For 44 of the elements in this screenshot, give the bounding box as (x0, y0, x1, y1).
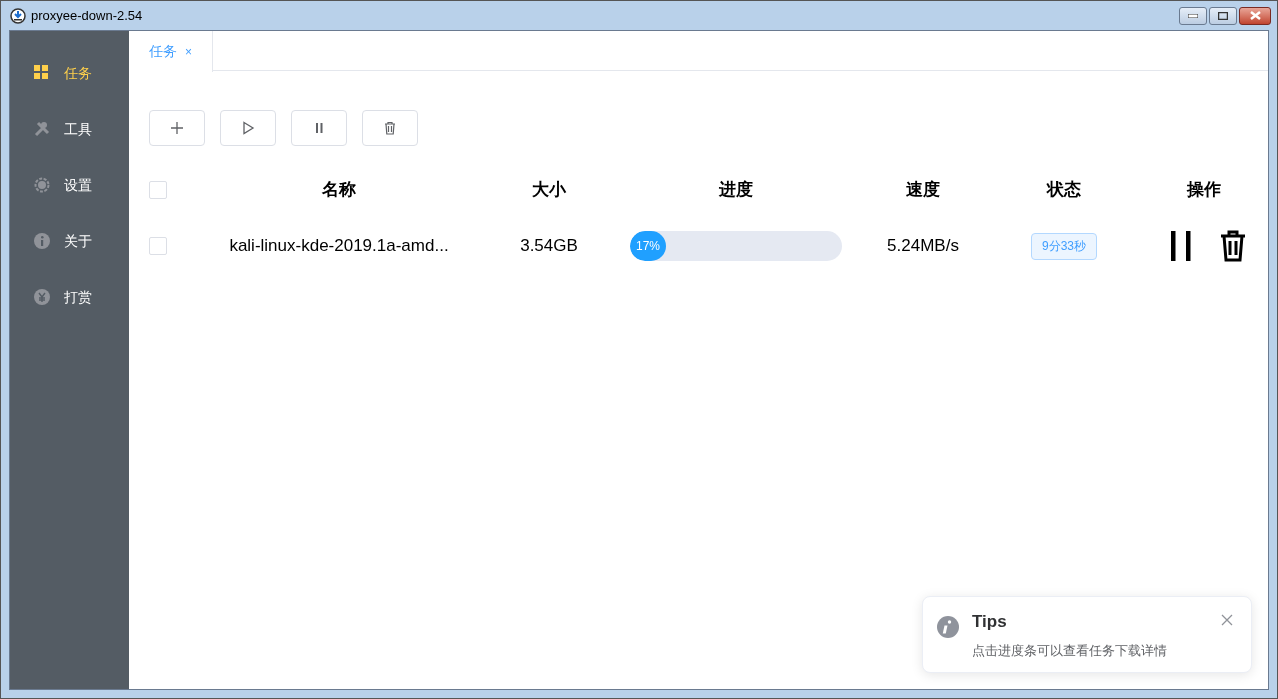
checkbox[interactable] (149, 181, 167, 199)
minimize-button[interactable] (1179, 6, 1207, 25)
grid-icon (34, 65, 50, 81)
sidebar-item[interactable]: 工具 (10, 101, 129, 157)
status-tag: 9分33秒 (1031, 232, 1097, 260)
add-icon (170, 121, 184, 135)
tools-icon (34, 121, 50, 137)
toolbar-button[interactable] (220, 110, 276, 146)
checkbox[interactable] (149, 237, 167, 255)
sidebar-item[interactable]: 关于 (10, 213, 129, 269)
sidebar-item[interactable]: 打赏 (10, 269, 129, 325)
play-icon (241, 121, 255, 135)
toolbar-button[interactable] (291, 110, 347, 146)
trash-icon (383, 121, 397, 135)
close-button[interactable] (1239, 6, 1271, 25)
sidebar-item[interactable]: 任务 (10, 45, 129, 101)
column-header: 状态 (1047, 179, 1081, 202)
app-icon (10, 7, 26, 24)
table-cell-text: 3.54GB (520, 235, 578, 258)
close-icon (1249, 11, 1261, 20)
notification-message: 点击进度条可以查看任务下载详情 (972, 642, 1167, 660)
yen-icon (34, 289, 50, 305)
minimize-icon (1188, 13, 1198, 18)
column-header: 进度 (719, 179, 753, 202)
trash-icon[interactable] (1219, 230, 1247, 262)
info-icon (34, 233, 50, 249)
table-cell-text: kali-linux-kde-2019.1a-amd... (229, 235, 449, 258)
settings-icon (34, 177, 50, 193)
notification-title: Tips (972, 611, 1008, 633)
maximize-button[interactable] (1209, 6, 1237, 25)
column-header: 操作 (1187, 179, 1221, 202)
toolbar-button[interactable] (149, 110, 205, 146)
column-header: 名称 (322, 179, 356, 202)
table-cell-text: 5.24MB/s (887, 235, 959, 258)
sidebar-item[interactable]: 设置 (10, 157, 129, 213)
close-icon (1221, 614, 1233, 626)
column-header: 速度 (906, 179, 940, 202)
pause-icon[interactable] (1169, 230, 1193, 262)
toolbar-button[interactable] (362, 110, 418, 146)
progress-label: 17% (636, 238, 661, 255)
info-icon (937, 616, 959, 638)
window-title: proxyee-down-2.54 (31, 6, 143, 25)
column-header: 大小 (532, 179, 566, 202)
maximize-icon (1218, 11, 1228, 20)
